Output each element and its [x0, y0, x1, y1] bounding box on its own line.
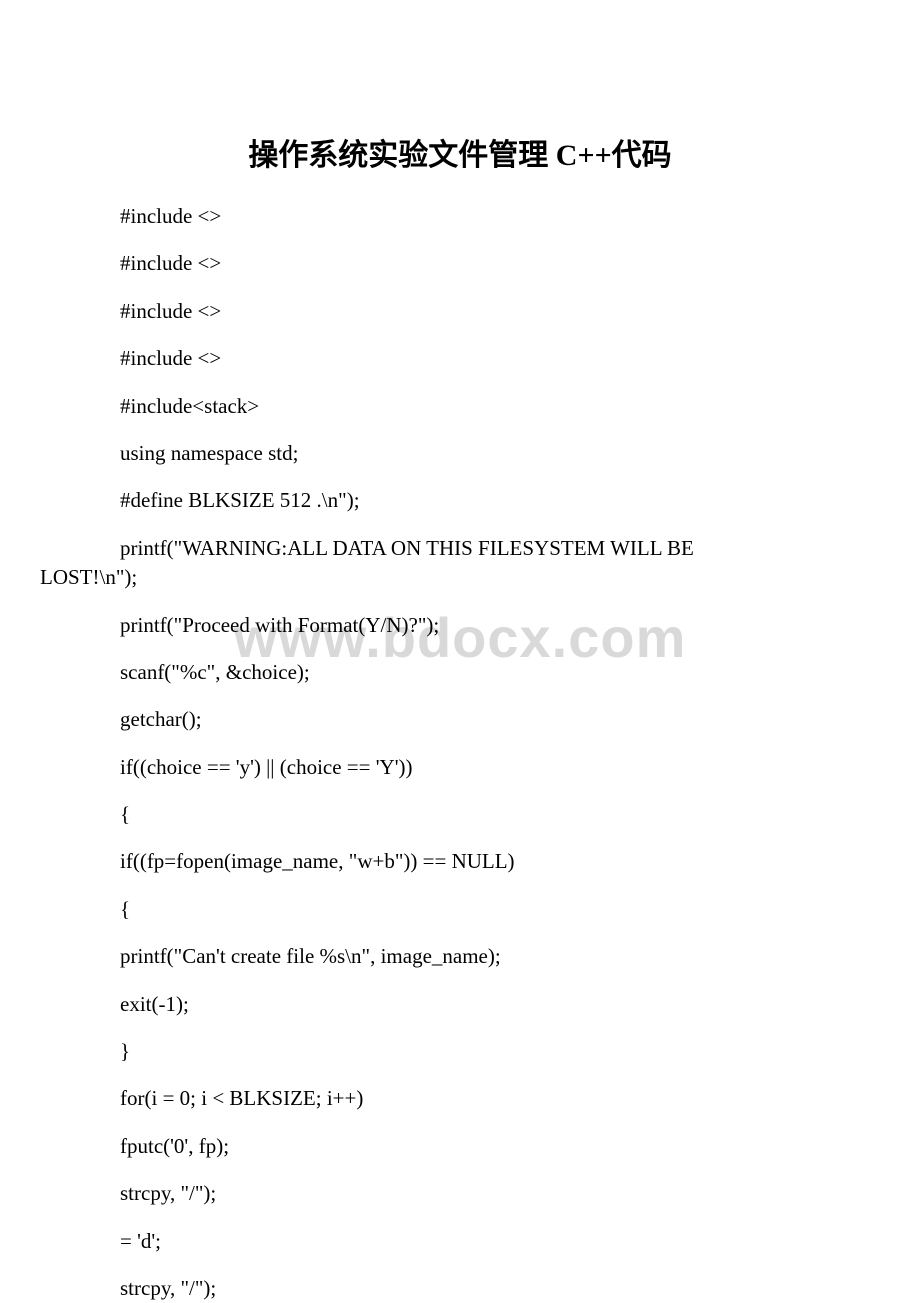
- code-line: #define BLKSIZE 512 .\n");: [40, 486, 880, 515]
- code-line: }: [40, 1037, 880, 1066]
- code-line: #include<stack>: [40, 392, 880, 421]
- code-line: exit(-1);: [40, 990, 880, 1019]
- code-line: if((choice == 'y') || (choice == 'Y')): [40, 753, 880, 782]
- code-line: scanf("%c", &choice);: [40, 658, 880, 687]
- code-line: {: [40, 895, 880, 924]
- code-line: #include <>: [40, 297, 880, 326]
- code-line: printf("Proceed with Format(Y/N)?");: [40, 611, 880, 640]
- code-line: fputc('0', fp);: [40, 1132, 880, 1161]
- code-line: printf("Can't create file %s\n", image_n…: [40, 942, 880, 971]
- code-text: printf("WARNING:ALL DATA ON THIS FILESYS…: [120, 536, 694, 560]
- code-line: strcpy, "/");: [40, 1274, 880, 1303]
- code-line: #include <>: [40, 202, 880, 231]
- code-text: LOST!\n");: [40, 565, 137, 589]
- code-line: using namespace std;: [40, 439, 880, 468]
- code-line: strcpy, "/");: [40, 1179, 880, 1208]
- code-line: = 'd';: [40, 1227, 880, 1256]
- code-line: printf("WARNING:ALL DATA ON THIS FILESYS…: [40, 534, 880, 593]
- code-line: {: [40, 800, 880, 829]
- code-line: #include <>: [40, 344, 880, 373]
- document-title: 操作系统实验文件管理 C++代码: [40, 130, 880, 174]
- code-line: if((fp=fopen(image_name, "w+b")) == NULL…: [40, 847, 880, 876]
- code-line: for(i = 0; i < BLKSIZE; i++): [40, 1084, 880, 1113]
- document-content: 操作系统实验文件管理 C++代码 #include <> #include <>…: [40, 130, 880, 1303]
- code-line: #include <>: [40, 249, 880, 278]
- code-line: getchar();: [40, 705, 880, 734]
